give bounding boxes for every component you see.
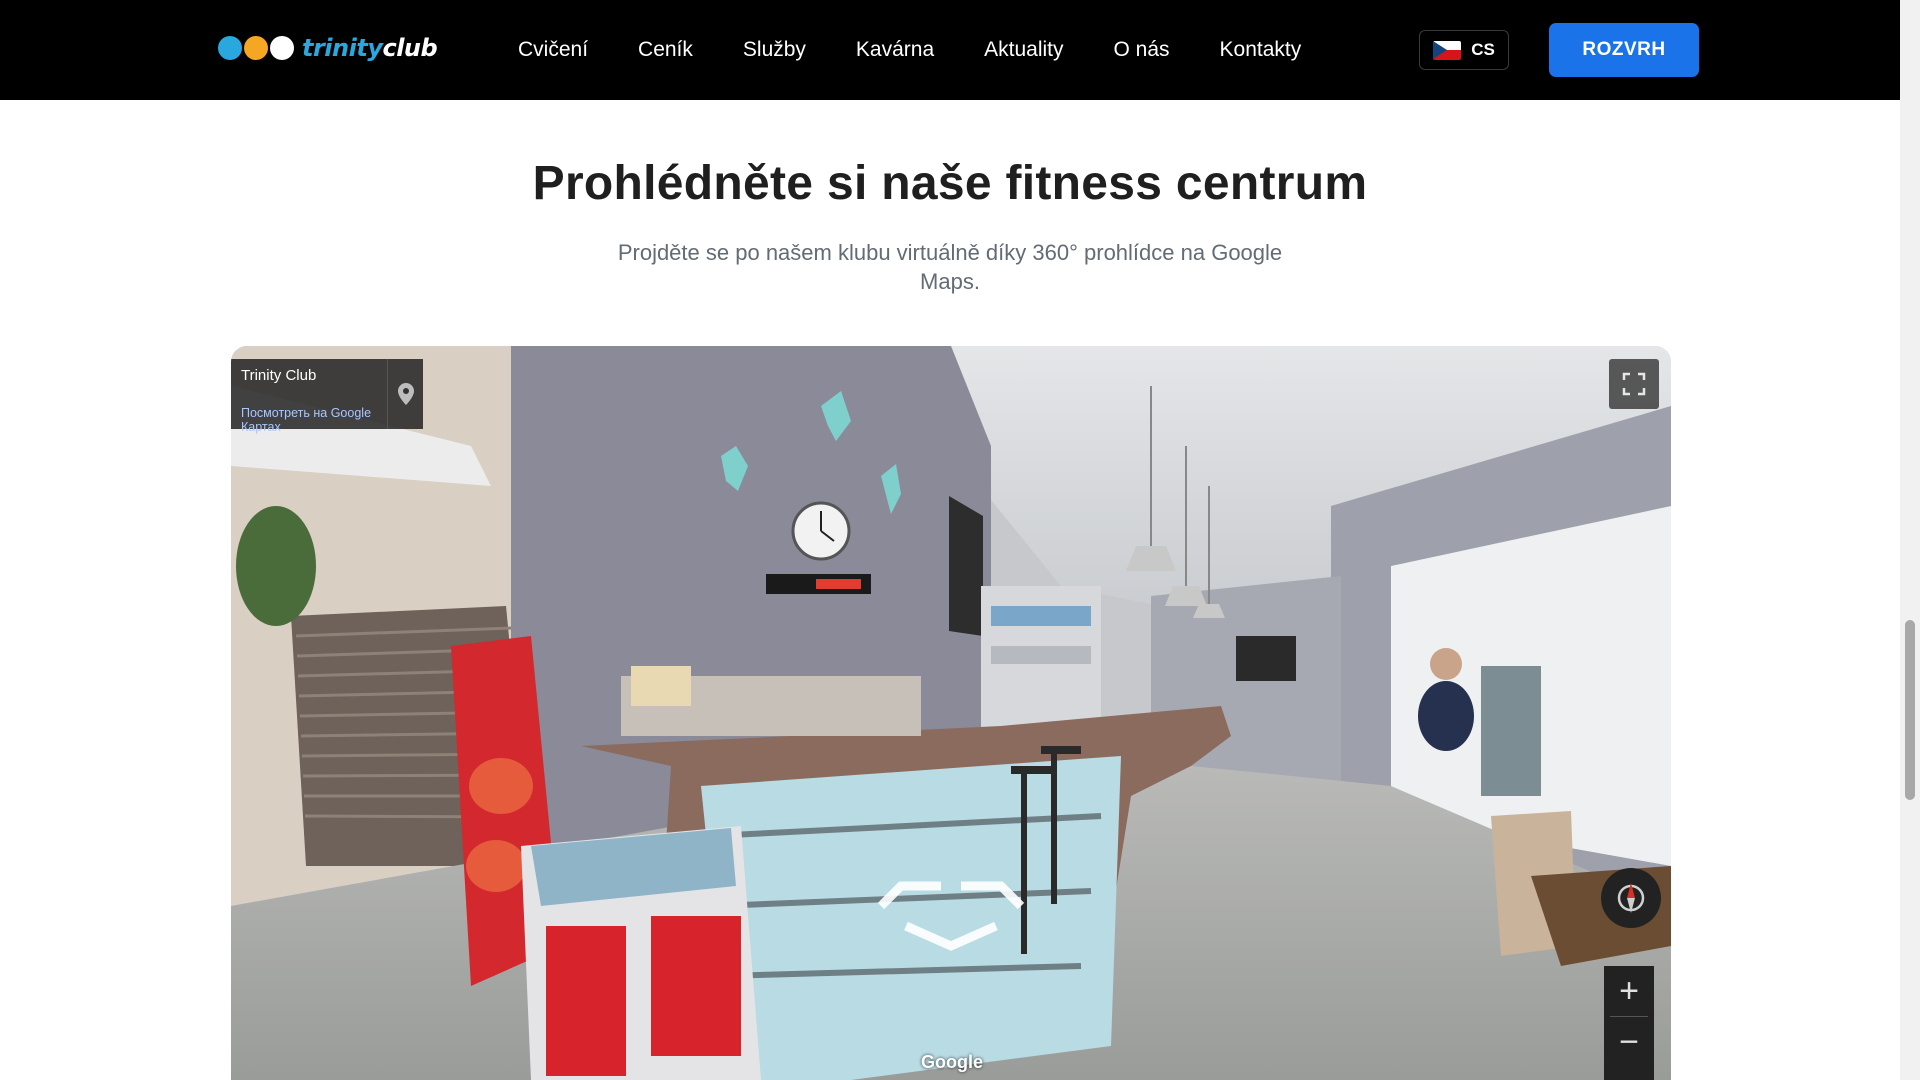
nav-item-aktuality[interactable]: Aktuality [984,38,1063,62]
place-name: Trinity Club [241,367,317,384]
top-navbar: trinityclub Cvičení Ceník Služby Kavárna… [0,0,1900,100]
logo-text: trinityclub [302,34,438,62]
language-code: CS [1471,40,1495,59]
nav-item-sluzby[interactable]: Služby [743,38,806,62]
section-subtitle: Projděte se po našem klubu virtuálně dík… [617,240,1283,294]
fullscreen-icon[interactable] [1609,359,1659,409]
compass-icon[interactable] [1601,868,1661,928]
nav-item-kavarna[interactable]: Kavárna [856,38,934,62]
navigation-arrow-icon[interactable] [861,866,1041,956]
streetview-panorama[interactable]: Trinity Club Посмотреть на Google Картах… [231,346,1671,1080]
language-selector[interactable]: CS [1419,30,1509,70]
page-scrollbar[interactable] [1900,0,1920,1080]
zoom-control: + − [1604,966,1654,1080]
czech-flag-icon [1433,40,1462,60]
map-pin-icon[interactable] [387,359,424,429]
nav-item-o-nas[interactable]: O nás [1114,38,1170,62]
nav-item-cenik[interactable]: Ceník [638,38,693,62]
main-menu: Cvičení Ceník Služby Kavárna Aktuality O… [518,0,1351,100]
logo-fighter-icon [244,36,268,60]
zoom-out-button[interactable]: − [1604,1017,1654,1067]
zoom-in-button[interactable]: + [1604,966,1654,1016]
logo-runner-icon [218,36,242,60]
view-on-google-maps-link[interactable]: Посмотреть на Google Картах [241,406,401,434]
section-title: Prohlédněte si naše fitness centrum [532,157,1368,210]
panorama-image [231,346,1671,1080]
trinity-club-logo[interactable]: trinityclub [218,34,438,62]
scrollbar-thumb[interactable] [1905,620,1915,800]
place-info-box: Trinity Club Посмотреть на Google Картах [231,359,424,434]
schedule-button[interactable]: ROZVRH [1549,23,1699,77]
nav-item-cviceni[interactable]: Cvičení [518,38,588,62]
nav-item-kontakty[interactable]: Kontakty [1220,38,1302,62]
logo-ball-icon [270,36,294,60]
google-watermark: Google [921,1052,983,1072]
